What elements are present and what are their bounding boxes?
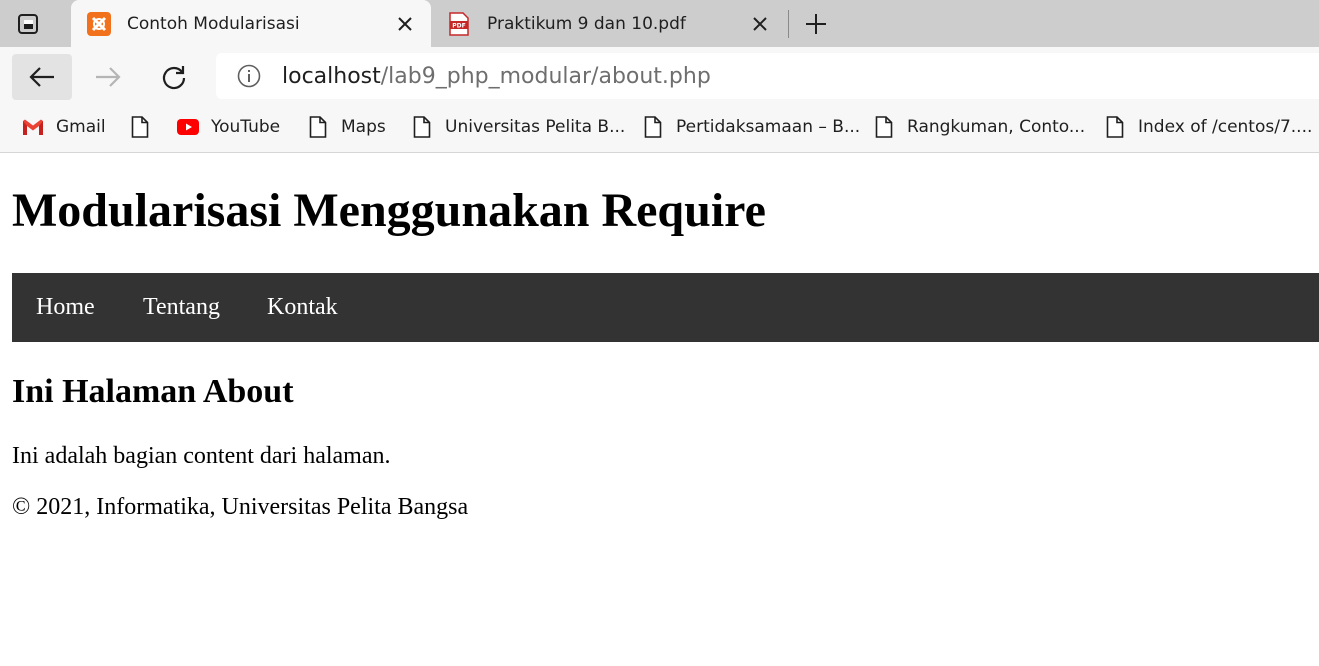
xampp-icon — [87, 11, 111, 36]
tab-title: Contoh Modularisasi — [127, 13, 300, 34]
address-bar[interactable]: localhost/lab9_php_modular/about.php — [216, 53, 1319, 99]
bookmark-maps[interactable]: Maps — [307, 103, 386, 151]
page-title: Modularisasi Menggunakan Require — [12, 184, 766, 237]
content-text: Ini adalah bagian content dari halaman. — [12, 443, 391, 469]
page-icon — [129, 116, 151, 138]
footer-text: © 2021, Informatika, Universitas Pelita … — [12, 494, 469, 520]
page-icon — [642, 116, 664, 138]
page-icon — [411, 116, 433, 138]
bookmark-label: Rangkuman, Conto... — [907, 117, 1086, 137]
bookmark-youtube[interactable]: YouTube — [177, 103, 280, 151]
bookmark-label: Maps — [341, 117, 386, 137]
bookmarks-bar: Gmail YouTube Maps Universitas Pelita B.… — [0, 103, 1319, 153]
bookmark-universitas[interactable]: Universitas Pelita B... — [411, 103, 625, 151]
close-icon[interactable] — [748, 12, 772, 36]
bookmark-index-centos[interactable]: Index of /centos/7.... — [1104, 103, 1312, 151]
bookmark-pertidaksamaan[interactable]: Pertidaksamaan – B... — [642, 103, 860, 151]
content-title: Ini Halaman About — [12, 373, 294, 410]
bookmark-gmail[interactable]: Gmail — [22, 103, 106, 151]
youtube-icon — [177, 116, 199, 138]
url-path: /lab9_php_modular/about.php — [380, 63, 711, 89]
pdf-icon: PDF — [447, 11, 471, 36]
back-arrow-icon — [29, 67, 54, 87]
page-icon — [873, 116, 895, 138]
tab-title: Praktikum 9 dan 10.pdf — [487, 13, 686, 34]
gmail-icon — [22, 116, 44, 138]
nav-link-tentang[interactable]: Tentang — [143, 273, 220, 342]
reload-icon — [162, 66, 186, 90]
tab-praktikum-pdf[interactable]: PDF Praktikum 9 dan 10.pdf — [431, 0, 786, 47]
page-icon — [1104, 116, 1126, 138]
forward-arrow-icon — [96, 67, 121, 87]
forward-button[interactable] — [78, 54, 138, 100]
bookmark-label: Gmail — [56, 117, 106, 137]
main-nav: Home Tentang Kontak — [12, 273, 1319, 342]
tab-contoh-modularisasi[interactable]: Contoh Modularisasi — [71, 0, 431, 47]
bookmark-rangkuman[interactable]: Rangkuman, Conto... — [873, 103, 1085, 151]
bookmark-label: YouTube — [211, 117, 281, 137]
tab-separator — [788, 10, 789, 38]
url-host: localhost — [282, 63, 381, 89]
close-icon[interactable] — [393, 12, 417, 36]
back-button[interactable] — [12, 54, 72, 100]
url-text: localhost/lab9_php_modular/about.php — [282, 64, 711, 89]
nav-link-home[interactable]: Home — [36, 273, 95, 342]
tab-actions-icon[interactable] — [14, 10, 42, 38]
tab-bar: Contoh Modularisasi PDF Praktikum 9 dan … — [0, 0, 1319, 47]
new-tab-icon[interactable] — [802, 10, 830, 38]
bookmark-page[interactable] — [129, 103, 151, 151]
reload-button[interactable] — [144, 54, 204, 100]
page-content: Modularisasi Menggunakan Require Home Te… — [0, 153, 1319, 666]
page-icon — [307, 116, 329, 138]
bookmark-label: Universitas Pelita B... — [445, 117, 626, 137]
nav-link-kontak[interactable]: Kontak — [267, 273, 338, 342]
svg-text:PDF: PDF — [452, 22, 465, 29]
toolbar: localhost/lab9_php_modular/about.php — [0, 47, 1319, 103]
bookmark-label: Index of /centos/7.... — [1138, 117, 1313, 137]
bookmark-label: Pertidaksamaan – B... — [676, 117, 861, 137]
info-icon[interactable] — [236, 63, 262, 89]
